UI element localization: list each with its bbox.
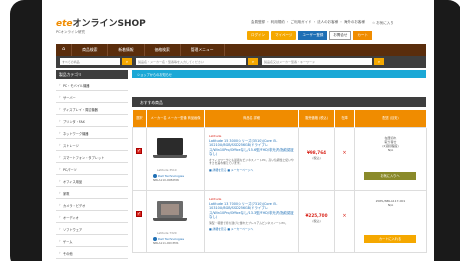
category-sidebar: 製品カテゴリ PC・モバイル機器 サーバー ディスプレイ・周辺機器 プリンタ・F… [56, 70, 128, 261]
price-cell: ¥98,764 (税込) [298, 126, 335, 191]
ship-info: ZOEL/NBLA117-001 N/A [375, 198, 406, 207]
login-button[interactable]: ログイン [247, 31, 269, 40]
contact-button[interactable]: お問合せ [329, 31, 352, 40]
sidebar-item[interactable]: ゲーム [56, 235, 128, 247]
favorites-link[interactable]: ☆ お気に入り [372, 21, 394, 26]
sidebar-item[interactable]: オフィス用品 [56, 175, 128, 187]
shop-news-bar: ショップからのお知らせ [132, 70, 426, 78]
product-cell: Latitude Latitude 13 7000シリーズ(7310)(Core… [204, 189, 299, 253]
select-checkbox[interactable] [136, 210, 142, 217]
header-links[interactable]: 会員登録 ・ 利用規約 ・ ご利用ガイド ・ 法人のお客様 ・ 海外のお客様 [251, 20, 365, 25]
column-header: 選択 [132, 110, 147, 127]
sidebar-item[interactable]: ネットワーク機器 [56, 127, 128, 139]
model-input[interactable]: 製品名又はメーカー型番・キーワード [262, 58, 372, 65]
nav-item-price-search[interactable]: 価格検索 [145, 44, 181, 56]
ship-info: 在庫切れ 取り寄せ (2週間程度) N/A [382, 135, 399, 152]
table-row: Latitude 3510 Dell Technologies NBLA110-… [132, 126, 427, 191]
favorite-button[interactable]: お気に入りへ [364, 171, 416, 180]
product-brand: Latitude [209, 196, 222, 201]
main-nav: ⌂ 商品検索 新着情報 価格検索 管理メニュー [56, 44, 426, 56]
logo-text: オンラインSHOP [72, 19, 146, 29]
model-label: Latitude 7320 [157, 230, 177, 235]
sidebar-item[interactable]: ソフトウェア [56, 223, 128, 235]
sidebar-title: 製品カテゴリ [56, 70, 128, 79]
maker-cell: Latitude 3510 Dell Technologies NBLA110-… [146, 126, 205, 191]
search-icon[interactable]: ⌕ [122, 58, 132, 65]
logo-subtitle: PCオンライン研究 [56, 30, 86, 34]
column-header: 在庫 [334, 110, 355, 127]
price-tax-note: (税込) [312, 218, 321, 223]
sidebar-item[interactable]: ストレージ [56, 139, 128, 151]
home-icon[interactable]: ⌂ [56, 44, 73, 56]
table-row: Latitude 7320 Dell Technologies NBLA111-… [132, 189, 427, 253]
sidebar-item[interactable]: 家電 [56, 187, 128, 199]
product-image[interactable] [153, 137, 187, 162]
cart-button[interactable]: カート [353, 31, 372, 40]
model-label: Latitude 3510 [157, 167, 177, 172]
product-price: ¥98,764 [306, 149, 327, 155]
column-header: メーカー名 メーカー型番 商品画像 [146, 110, 205, 127]
add-to-cart-button[interactable]: カートに入れる [364, 234, 416, 243]
product-table: 選択 メーカー名 メーカー型番 商品画像 商品名 詳細 販売価格 (税込) 在庫… [132, 110, 427, 253]
sidebar-item[interactable]: プリンタ・FAX [56, 115, 128, 127]
recommended-title: おすすめ商品 [132, 97, 426, 107]
product-links[interactable]: ■ 詳細を見る ■ メーカーページへ [209, 227, 295, 231]
category-select[interactable]: すべての商品 [60, 58, 120, 65]
table-header-row: 選択 メーカー名 メーカー型番 商品画像 商品名 詳細 販売価格 (税込) 在庫… [132, 110, 427, 127]
ship-cell: 在庫切れ 取り寄せ (2週間程度) N/A お気に入りへ [354, 126, 427, 191]
keyword-input[interactable]: 製品名・メーカー名・型番等を入力してください [136, 58, 246, 65]
product-description: オフィスワークにも最適なビジネスノートPC。高い信頼性と使いやすさを兼ね備えてい… [209, 157, 294, 166]
sidebar-item[interactable]: サーバー [56, 91, 128, 103]
sidebar-item[interactable]: スマートフォン・タブレット [56, 151, 128, 163]
sidebar-item[interactable]: ディスプレイ・周辺機器 [56, 103, 128, 115]
select-cell [132, 189, 147, 253]
product-image[interactable] [153, 200, 187, 225]
product-links[interactable]: ■ 詳細を見る ■ メーカーページへ [209, 168, 295, 172]
maker-cell: Latitude 7320 Dell Technologies NBLA111-… [146, 189, 205, 253]
site-header: eteオンラインSHOP PCオンライン研究 会員登録 ・ 利用規約 ・ ご利用… [42, 0, 434, 44]
nav-item-product-search[interactable]: 商品検索 [72, 44, 109, 56]
product-description: 薄型・軽量で持ち運びに優れたプレミアムビジネスノートPC。 [209, 220, 288, 225]
site-logo[interactable]: eteオンラインSHOP [56, 16, 146, 29]
maker-code: NBLA111-00C3MS [153, 240, 179, 245]
account-button[interactable]: ユーザー登録 [298, 31, 328, 40]
product-brand: Latitude [209, 133, 222, 138]
nav-item-admin-menu[interactable]: 管理メニュー [181, 44, 225, 56]
product-cell: Latitude Latitude 15 3000シリーズ(3510)(Core… [204, 126, 299, 191]
column-header: 配送 (目安) [354, 110, 427, 127]
product-price: ¥225,700 [305, 212, 328, 218]
sidebar-item[interactable]: カメラ・ビデオ [56, 199, 128, 211]
column-header: 販売価格 (税込) [298, 110, 335, 127]
ship-cell: ZOEL/NBLA117-001 N/A カートに入れる [354, 189, 427, 253]
main-content: ショップからのお知らせ おすすめ商品 選択 メーカー名 メーカー型番 商品画像 … [132, 70, 427, 261]
price-tax-note: (税込) [312, 155, 321, 160]
stock-status: × [334, 126, 355, 191]
mypage-button[interactable]: マイページ [271, 31, 297, 40]
maker-code: NBLA110-00B2MN [153, 177, 179, 182]
product-name-link[interactable]: Latitude 13 7000シリーズ(7310)(Core i5-10310… [209, 202, 295, 220]
tablet-screen: eteオンラインSHOP PCオンライン研究 会員登録 ・ 利用規約 ・ ご利用… [42, 0, 434, 261]
price-cell: ¥225,700 (税込) [298, 189, 335, 253]
sidebar-item[interactable]: オーディオ [56, 211, 128, 223]
sidebar-item[interactable]: PCパーツ [56, 163, 128, 175]
select-checkbox[interactable] [136, 147, 142, 154]
sidebar-item[interactable]: その他 [56, 247, 128, 259]
logo-mark: ete [56, 19, 73, 29]
product-name-link[interactable]: Latitude 15 3000シリーズ(3510)(Core i5-10210… [209, 139, 295, 157]
stock-status: × [334, 189, 355, 253]
sidebar-item[interactable]: PC・モバイル機器 [56, 79, 128, 91]
search-icon[interactable]: ⌕ [374, 58, 384, 65]
nav-item-new-arrivals[interactable]: 新着情報 [108, 44, 145, 56]
search-bar: すべての商品 ⌕ 製品名・メーカー名・型番等を入力してください ⌕ 製品名又はメ… [56, 56, 426, 68]
select-cell [132, 126, 147, 191]
column-header: 商品名 詳細 [204, 110, 299, 127]
header-buttons: ログイン マイページ ユーザー登録 お問合せ カート [247, 31, 372, 40]
search-icon[interactable]: ⌕ [248, 58, 258, 65]
